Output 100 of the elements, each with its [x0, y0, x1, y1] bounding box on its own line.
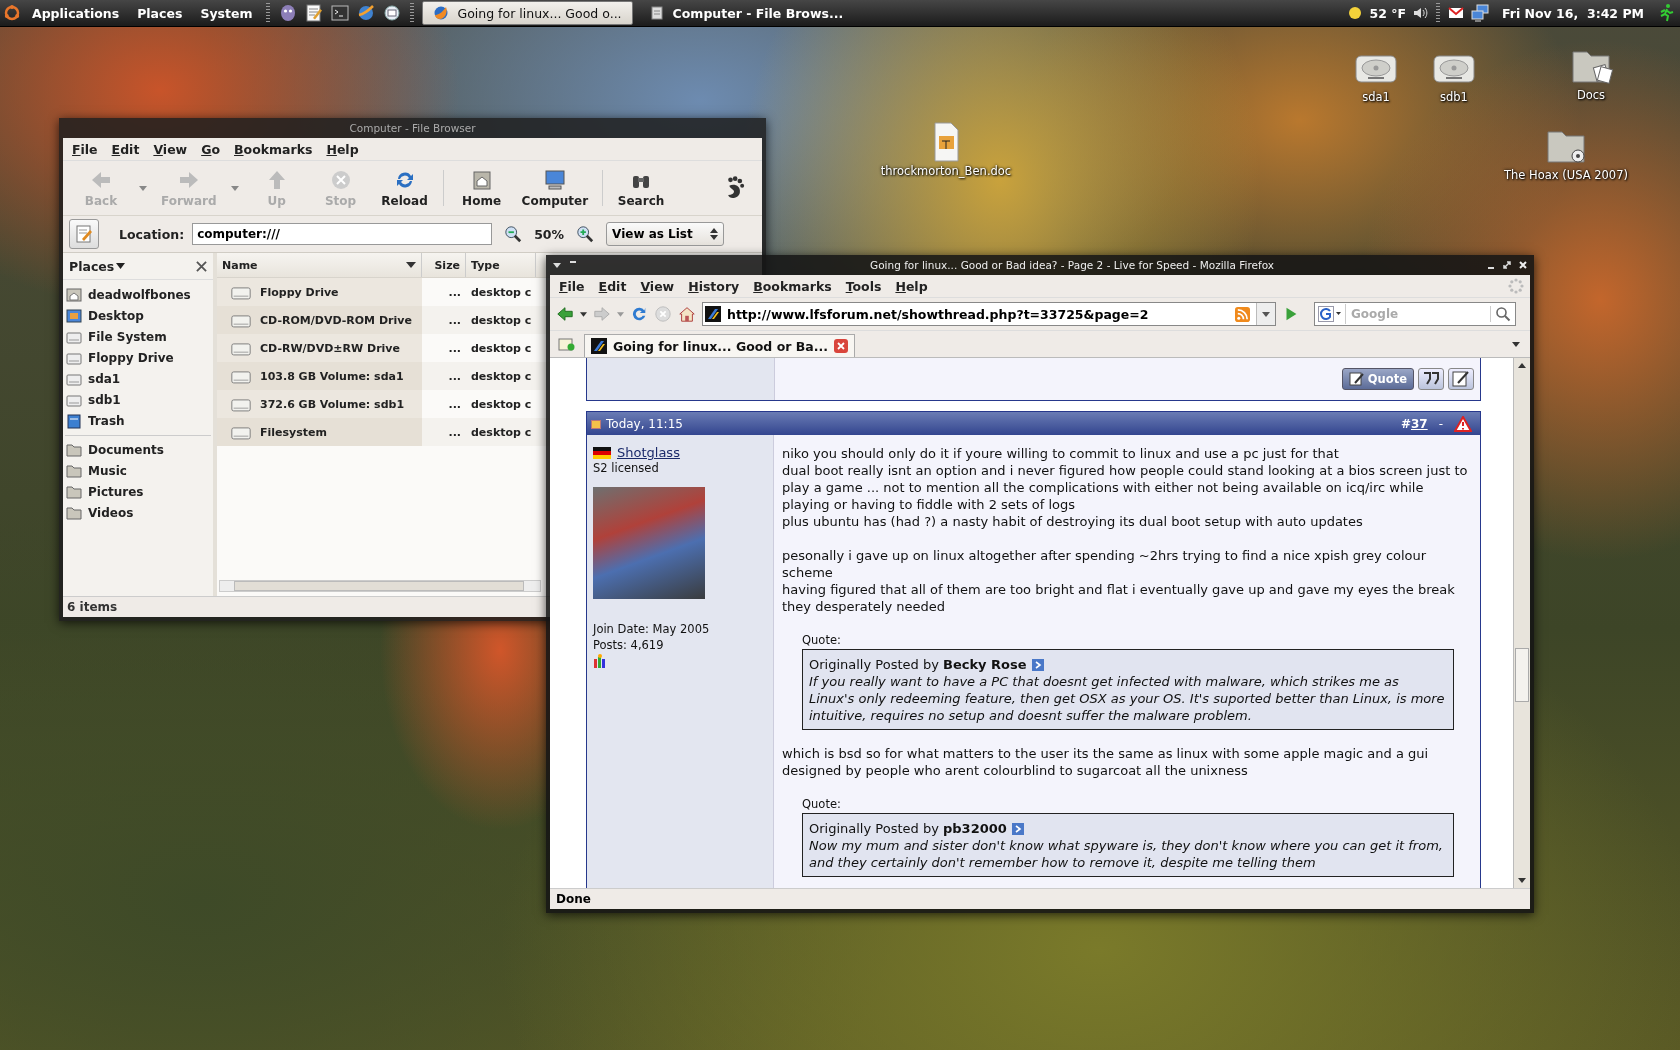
view-post-icon[interactable] [1011, 822, 1024, 835]
desktop-icon-label[interactable]: The Hoax (USA 2007) [1504, 168, 1628, 182]
menu-item[interactable]: Help [321, 141, 364, 157]
post-icon [591, 418, 601, 429]
volume-icon[interactable] [1412, 5, 1428, 21]
file-name-cell[interactable]: CD-ROM/DVD-ROM Drive [217, 306, 422, 334]
globe-icon[interactable] [356, 3, 377, 23]
panel-menu[interactable]: Places [131, 5, 189, 21]
column-header[interactable]: Name [217, 253, 422, 277]
sidebar-item[interactable]: Floppy Drive [63, 347, 213, 368]
file-name-cell[interactable]: 372.6 GB Volume: sdb1 [217, 390, 422, 418]
edit-location-button[interactable] [69, 219, 99, 249]
sidebar-item[interactable]: Trash [63, 410, 213, 431]
caret-icon [116, 263, 126, 269]
sidebar-item[interactable]: File System [63, 326, 213, 347]
zoom-in-icon[interactable] [576, 225, 595, 243]
network-icon[interactable] [1470, 3, 1490, 23]
caret-icon [1262, 311, 1270, 317]
menu-item[interactable]: Edit [106, 141, 145, 157]
toolbar-button[interactable]: Home [449, 166, 514, 210]
address-bar[interactable]: http://www.lfsforum.net/showthread.php?t=33725&page=2 [702, 302, 1276, 326]
menu-item[interactable]: Bookmarks [229, 141, 318, 157]
menu-item[interactable]: View [148, 141, 193, 157]
sidebar-item[interactable]: deadwolfbones [63, 284, 213, 305]
menu-item[interactable]: File [554, 278, 590, 294]
terminal-icon[interactable] [330, 3, 351, 23]
quote-button[interactable]: Quote [1341, 368, 1414, 390]
taskbar-button[interactable]: Computer - File Brows... [638, 2, 854, 24]
desktop-icon-label[interactable]: sda1 [1362, 90, 1390, 104]
text-editor-icon[interactable] [304, 3, 325, 23]
menu-item[interactable]: View [635, 278, 680, 294]
view-post-icon[interactable] [1031, 658, 1044, 671]
desktop-icon-label[interactable]: sdb1 [1440, 90, 1468, 104]
reply-button[interactable] [1448, 368, 1474, 390]
scroll-thumb[interactable] [234, 581, 524, 591]
sidebar-item[interactable]: sda1 [63, 368, 213, 389]
file-name-cell[interactable]: Filesystem [217, 418, 422, 446]
scroll-thumb[interactable] [1515, 648, 1529, 702]
username-link[interactable]: Shotglass [617, 445, 680, 460]
temperature[interactable]: 52 °F [1369, 5, 1406, 21]
folder-icon [66, 504, 82, 521]
multi-quote-button[interactable] [1418, 368, 1444, 390]
type-cell-text: desktop c [470, 340, 533, 357]
menu-item[interactable]: History [683, 278, 745, 294]
sidebar-item[interactable]: Videos [63, 502, 213, 523]
post-number-link[interactable]: 37 [1410, 416, 1428, 431]
warning-icon[interactable] [1454, 415, 1472, 432]
quote-label: Quote: [802, 796, 842, 813]
toolbar-button[interactable]: Search [609, 166, 674, 210]
caret-icon[interactable] [580, 311, 587, 317]
horizontal-scrollbar[interactable] [219, 580, 541, 592]
taskbar-button[interactable]: Going for linux... Good o... [422, 1, 633, 25]
spinner-arrows-icon [710, 227, 719, 241]
view-mode-dropdown[interactable]: View as List [606, 222, 725, 246]
mail-icon[interactable] [1448, 5, 1464, 21]
menu-item[interactable]: Edit [593, 278, 632, 294]
new-tab-icon[interactable] [558, 336, 576, 352]
menu-item[interactable]: File [67, 141, 103, 157]
close-icon[interactable] [196, 260, 207, 272]
file-name-cell[interactable]: Floppy Drive [217, 278, 422, 306]
file-name-cell[interactable]: 103.8 GB Volume: sda1 [217, 362, 422, 390]
zoom-level: 50% [534, 226, 565, 242]
zoom-out-icon[interactable] [504, 225, 523, 243]
toolbar-button[interactable]: Reload [372, 166, 437, 210]
search-engine-icon[interactable] [1318, 306, 1342, 322]
search-bar[interactable]: Google [1314, 302, 1516, 326]
menu-item[interactable]: Go [196, 141, 225, 157]
column-header[interactable]: Type [466, 253, 536, 277]
maximize-icon[interactable] [1502, 260, 1512, 270]
sidebar-item[interactable]: Documents [63, 439, 213, 460]
back-icon[interactable] [556, 305, 574, 323]
panel-menu[interactable]: Applications [26, 5, 126, 21]
desktop-icon-label[interactable]: Docs [1576, 88, 1606, 102]
sidebar-item[interactable]: sdb1 [63, 389, 213, 410]
sidebar-item[interactable]: Pictures [63, 481, 213, 502]
reload-icon[interactable] [630, 305, 648, 323]
menu-item[interactable]: Help [890, 278, 933, 294]
logo-icon[interactable] [4, 5, 20, 21]
sidebar-item[interactable]: Desktop [63, 305, 213, 326]
sidebar-item[interactable]: Music [63, 460, 213, 481]
mail-client-icon[interactable] [382, 3, 403, 23]
menu-item[interactable]: Tools [840, 278, 887, 294]
post-date: Today, 11:15 [606, 416, 683, 431]
caret-icon[interactable] [1512, 342, 1520, 347]
sun-icon[interactable] [1347, 5, 1364, 21]
history-dropdown-button[interactable] [1256, 303, 1275, 325]
browser-tab[interactable]: Going for linux... Good or Ba... [584, 334, 855, 357]
toolbar-button[interactable]: Computer [513, 166, 597, 210]
home-icon[interactable] [678, 305, 696, 323]
panel-menu[interactable]: System [194, 5, 259, 21]
places-dropdown[interactable]: Places [69, 258, 126, 274]
file-name-cell[interactable]: CD-RW/DVD±RW Drive [217, 334, 422, 362]
location-field[interactable]: computer:/// [192, 223, 493, 245]
scroll-up-icon[interactable] [1518, 363, 1526, 368]
window-menu-icon[interactable] [552, 260, 562, 270]
scroll-down-icon[interactable] [1518, 878, 1526, 883]
menu-item[interactable]: Bookmarks [748, 278, 837, 294]
column-header[interactable]: Size [422, 253, 466, 277]
scrollbar[interactable] [1513, 358, 1530, 888]
clock[interactable]: Fri Nov 16, 3:42 PM [1502, 5, 1644, 21]
